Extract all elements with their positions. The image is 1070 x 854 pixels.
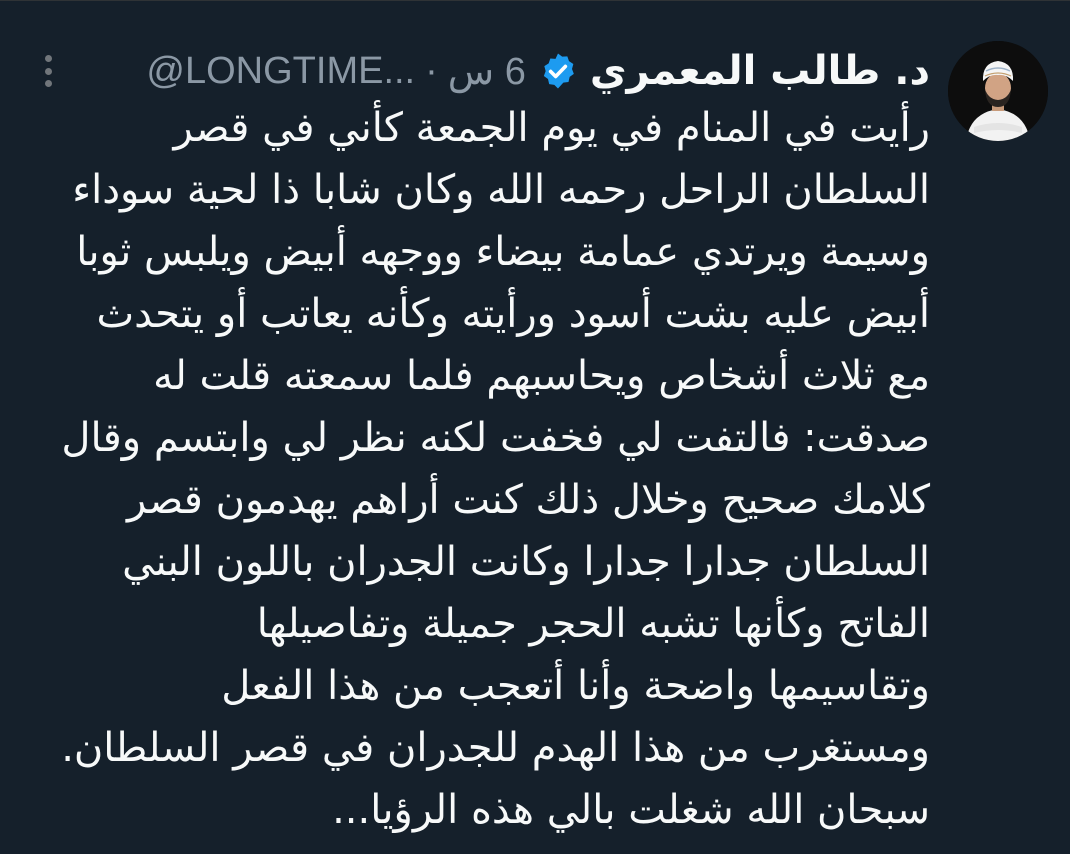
tweet-text-line: كلامك صحيح وخلال ذلك كنت أراهم يهدمون قص… <box>127 477 930 523</box>
author-handle[interactable]: @LONGTIME... <box>146 50 415 93</box>
tweet-text-line: السلطان جدارا جدارا وكانت الجدران باللون… <box>122 539 930 585</box>
tweet-header: د. طالب المعمري @LONGTIME... · 6 س <box>146 43 930 99</box>
tweet-timestamp[interactable]: 6 س <box>448 49 526 94</box>
avatar[interactable] <box>948 41 1048 141</box>
tweet-text: رأيت في المنام في يوم الجمعة كأني في قصر… <box>30 97 930 841</box>
author-name[interactable]: د. طالب المعمري <box>590 48 930 94</box>
tweet-text-line: ومستغرب من هذا الهدم للجدران في قصر السل… <box>61 725 930 771</box>
tweet-text-line: السلطان الراحل رحمه الله وكان شابا ذا لح… <box>72 167 930 213</box>
tweet-text-line: مع ثلاث أشخاص ويحاسبهم فلما سمعته قلت له <box>153 353 930 399</box>
tweet-text-line: صدقت: فالتفت لي فخفت لكنه نظر لي وابتسم … <box>61 415 930 461</box>
tweet-text-line: سبحان الله شغلت بالي هذه الرؤيا... <box>332 787 930 833</box>
meta-separator: · <box>425 49 438 92</box>
tweet-text-line: وتقاسيمها واضحة وأنا أتعجب من هذا الفعل <box>221 663 930 709</box>
tweet-text-line: الفاتح وكأنها تشبه الحجر جميلة وتفاصيلها <box>256 601 930 647</box>
tweet-text-line: أبيض عليه بشت أسود ورأيته وكأنه يعاتب أو… <box>96 291 930 337</box>
tweet-text-line: وسيمة ويرتدي عمامة بيضاء ووجهه أبيض ويلب… <box>76 229 930 275</box>
tweet-meta: @LONGTIME... · 6 س <box>146 49 525 94</box>
tweet-text-line: رأيت في المنام في يوم الجمعة كأني في قصر <box>173 105 930 151</box>
more-dots-icon[interactable] <box>36 51 60 91</box>
verified-badge-icon <box>538 51 578 91</box>
tweet[interactable]: د. طالب المعمري @LONGTIME... · 6 س رأيت … <box>0 0 1070 854</box>
